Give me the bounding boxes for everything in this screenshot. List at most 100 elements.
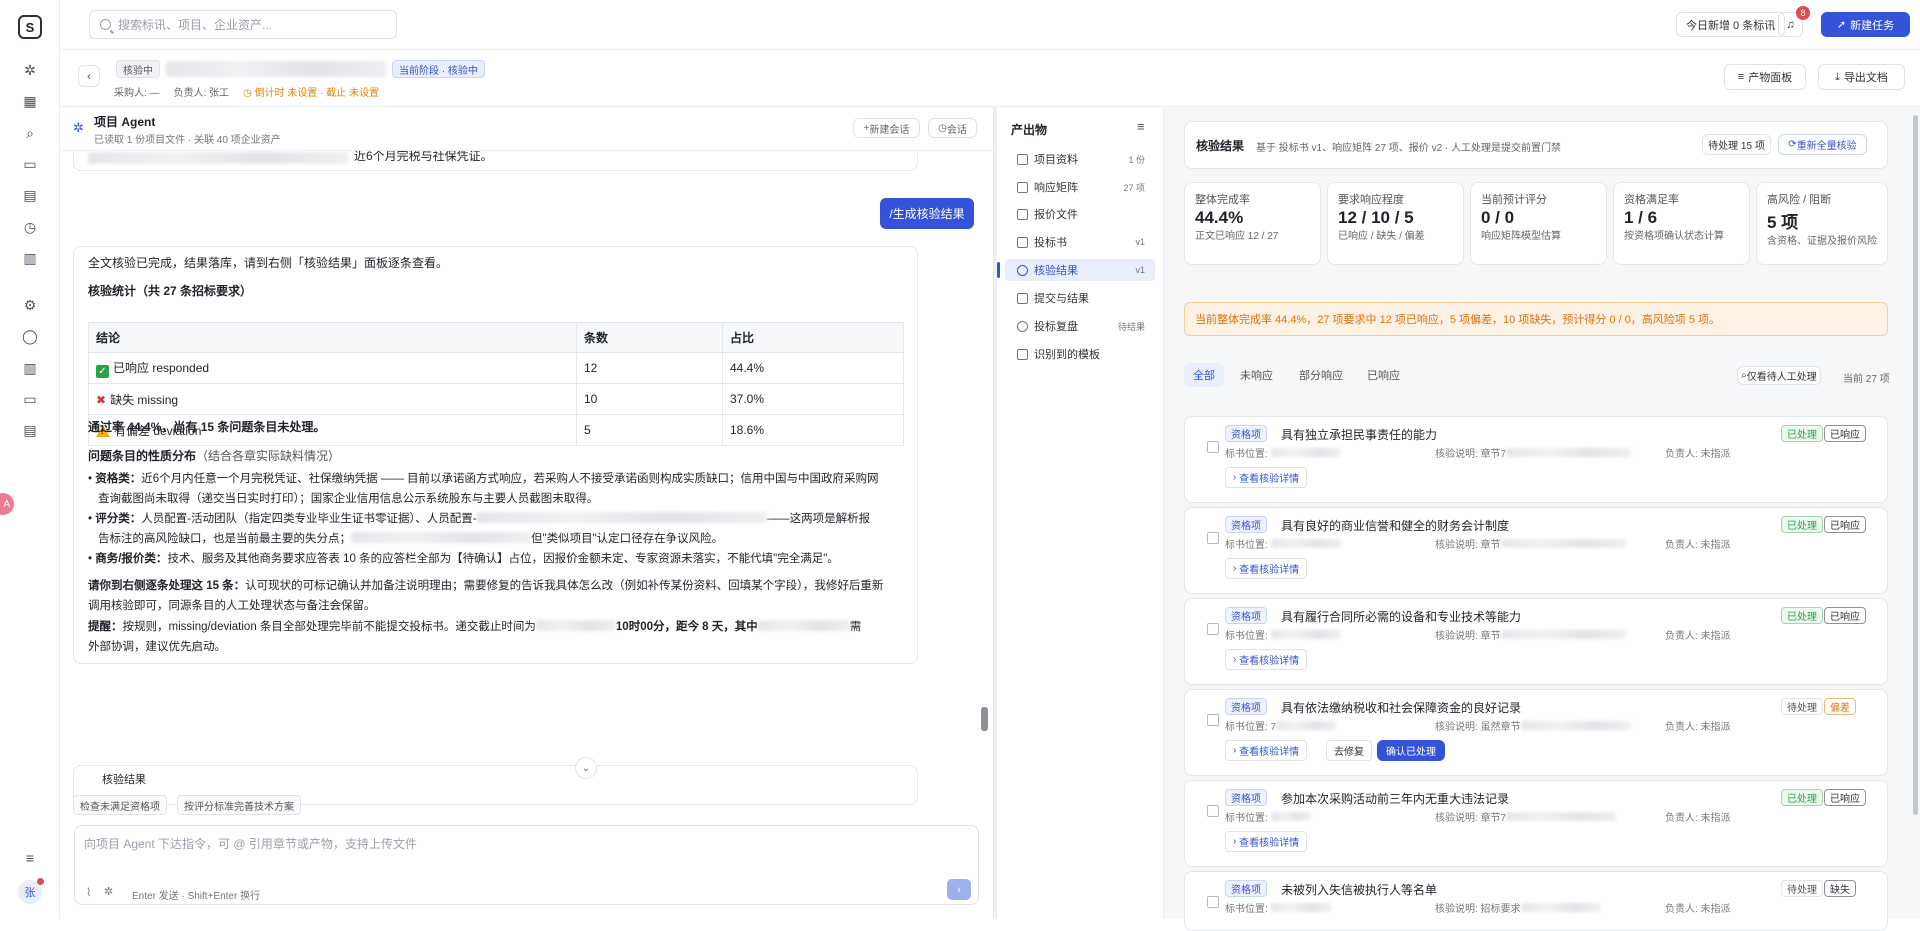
- chat-scroll-thumb[interactable]: [981, 707, 988, 731]
- row-checkbox[interactable]: [1207, 714, 1219, 726]
- results-scroll-thumb[interactable]: [1913, 115, 1918, 815]
- building-icon[interactable]: ▥: [20, 248, 40, 268]
- export-doc-button[interactable]: ⤓ 导出文档: [1818, 64, 1905, 90]
- purchaser: 采购人: —: [114, 88, 160, 99]
- suggestion-chip[interactable]: 检查未满足资格项: [73, 795, 167, 815]
- composer-hint: Enter 发送 · Shift+Enter 换行: [132, 891, 261, 902]
- rocket-icon: ➚: [1836, 19, 1847, 31]
- suggestion-chip[interactable]: 按评分标准完善技术方案: [177, 795, 301, 815]
- bullet-commercial: • 商务/报价类：技术、服务及其他商务要求应答表 10 条的应答栏全部为【待确认…: [88, 553, 839, 565]
- new-task-button[interactable]: ➚ 新建任务: [1821, 12, 1910, 37]
- folder-icon[interactable]: ▭: [20, 154, 40, 174]
- result-card[interactable]: 资格项 具有履行合同所必需的设备和专业技术等能力 标书位置: 核验说明: 章节 …: [1184, 598, 1888, 685]
- type-tag: 资格项: [1225, 880, 1267, 897]
- row-checkbox[interactable]: [1207, 441, 1219, 453]
- tab-unresponded[interactable]: 未响应: [1231, 363, 1282, 387]
- chat-scroll[interactable]: 近6个月完税与社保凭证。 /生成核验结果 全文核验已完成，结果落库，请到右侧「核…: [73, 151, 978, 881]
- gear-icon[interactable]: ⚙: [20, 295, 40, 315]
- owner: 负责人: 未指派: [1665, 813, 1731, 824]
- agent-icon: ✲: [73, 120, 84, 135]
- document-icon[interactable]: ▤: [20, 185, 40, 205]
- view-detail-button[interactable]: › 查看核验详情: [1225, 558, 1308, 579]
- result-card[interactable]: 资格项 具有良好的商业信誉和健全的财务会计制度 标书位置: 核验说明: 章节 负…: [1184, 507, 1888, 594]
- sessions-button[interactable]: ◷ 会话: [928, 118, 977, 138]
- report-icon[interactable]: ▤: [20, 420, 40, 440]
- nav-item-response-matrix[interactable]: 响应矩阵 27 项: [1005, 176, 1155, 198]
- row-checkbox[interactable]: [1207, 896, 1219, 908]
- row-pct: 44.4%: [722, 352, 904, 384]
- owner: 负责人: 未指派: [1665, 449, 1731, 460]
- grid-icon[interactable]: ▦: [20, 91, 40, 111]
- send-button[interactable]: ›: [947, 879, 971, 900]
- view-detail-button[interactable]: › 查看核验详情: [1225, 831, 1308, 852]
- result-card[interactable]: 资格项 具有依法缴纳税收和社会保障资金的良好记录 标书位置: 7 核验说明: 虽…: [1184, 689, 1888, 776]
- sparkle-icon[interactable]: ✲: [104, 885, 113, 898]
- countdown: ◷ 倒计时 未设置 · 截止 未设置: [243, 88, 380, 99]
- row-checkbox[interactable]: [1207, 623, 1219, 635]
- template-icon: [1017, 348, 1028, 360]
- search-icon[interactable]: ⌕: [20, 123, 40, 143]
- company-icon[interactable]: ▥: [20, 358, 40, 378]
- results-panel: 核验结果 基于 投标书 v1、响应矩阵 27 项、报价 v2 · 人工处理是提交…: [1164, 107, 1920, 931]
- attach-icon[interactable]: ⌇: [86, 886, 91, 899]
- collapse-icon[interactable]: ≡: [1137, 119, 1145, 134]
- status-tag: 核验中: [116, 60, 160, 78]
- menu-icon[interactable]: ≡: [20, 848, 40, 868]
- row-pct: 37.0%: [722, 383, 904, 415]
- prev-message-card: 近6个月完税与社保凭证。: [73, 151, 918, 171]
- only-pending-toggle[interactable]: ⌕ 仅看待人工处理: [1737, 366, 1821, 385]
- clock-icon[interactable]: ◷: [20, 217, 40, 237]
- new-session-button[interactable]: + 新建会话: [853, 118, 920, 138]
- matrix-icon: [1017, 181, 1028, 193]
- top-bar: 搜索标讯、项目、企业资产... 今日新增 0 条标讯 ♫ 8 ➚ 新建任务: [60, 0, 1920, 50]
- nav-item-quote[interactable]: 报价文件: [1005, 203, 1155, 225]
- scroll-down-button[interactable]: ⌄: [575, 757, 597, 779]
- artifact-board-button[interactable]: ≡ 产物面板: [1724, 64, 1806, 90]
- rerun-button[interactable]: ⟳ 重新全量核验: [1778, 134, 1867, 155]
- floating-badge[interactable]: A: [0, 493, 14, 515]
- bullet-qualification: • 资格类：近6个月内任意一个月完税凭证、社保缴纳凭据 —— 目前以承诺函方式响…: [88, 473, 879, 505]
- assistant-message-card: 全文核验已完成，结果落库，请到右侧「核验结果」面板逐条查看。 核验统计（共 27…: [73, 246, 918, 664]
- sparkle-icon[interactable]: ✲: [20, 60, 40, 80]
- nav-item-project-files[interactable]: 项目资料 1 份: [1005, 148, 1155, 170]
- row-checkbox[interactable]: [1207, 805, 1219, 817]
- composer-input[interactable]: 向项目 Agent 下达指令，可 @ 引用章节或产物，支持上传文件: [84, 835, 417, 852]
- response-tag: 已响应: [1824, 425, 1866, 442]
- results-title: 核验结果: [1196, 139, 1245, 153]
- nav-item-review[interactable]: 投标复盘 待结果: [1005, 315, 1155, 337]
- back-button[interactable]: ‹: [78, 65, 100, 87]
- nav-item-verification[interactable]: 核验结果 v1: [997, 259, 1155, 281]
- tab-partial[interactable]: 部分响应: [1290, 363, 1352, 387]
- database-icon: [1017, 208, 1028, 220]
- view-detail-button[interactable]: › 查看核验详情: [1225, 649, 1308, 670]
- owner: 负责人: 未指派: [1665, 904, 1731, 915]
- pending-tag: 待处理: [1781, 880, 1823, 897]
- today-new-chip[interactable]: 今日新增 0 条标讯: [1676, 12, 1786, 37]
- result-card[interactable]: 资格项 未被列入失信被执行人等名单 标书位置: 核验说明: 招标要求 负责人: …: [1184, 871, 1888, 931]
- user-icon[interactable]: ◯: [20, 326, 40, 346]
- app-logo[interactable]: S: [18, 15, 42, 39]
- note: 核验说明: 章节: [1435, 536, 1626, 551]
- note: 核验说明: 章节7: [1435, 445, 1632, 460]
- item-title: 参加本次采购活动前三年内无重大违法记录: [1281, 792, 1510, 806]
- global-search-input[interactable]: 搜索标讯、项目、企业资产...: [89, 10, 397, 39]
- tab-all[interactable]: 全部: [1184, 363, 1224, 387]
- prev-message-tail: 近6个月完税与社保凭证。: [354, 151, 493, 163]
- view-detail-button[interactable]: › 查看核验详情: [1225, 740, 1308, 761]
- result-card[interactable]: 资格项 具有独立承担民事责任的能力 标书位置: 核验说明: 章节7 负责人: 未…: [1184, 416, 1888, 503]
- fix-button[interactable]: 去修复: [1326, 740, 1372, 761]
- result-card[interactable]: 资格项 参加本次采购活动前三年内无重大违法记录 标书位置: 核验说明: 章节7 …: [1184, 780, 1888, 867]
- nav-item-submit[interactable]: 提交与结果: [1005, 287, 1155, 309]
- tab-responded[interactable]: 已响应: [1358, 363, 1409, 387]
- item-title: 具有独立承担民事责任的能力: [1281, 428, 1438, 442]
- nav-item-templates[interactable]: 识别到的模板: [1005, 343, 1155, 365]
- artifact-board-label: 产物面板: [1748, 72, 1793, 84]
- nav-item-bid[interactable]: 投标书 v1: [1005, 231, 1155, 253]
- row-checkbox[interactable]: [1207, 532, 1219, 544]
- project-name-redacted: [166, 61, 386, 77]
- view-detail-button[interactable]: › 查看核验详情: [1225, 467, 1308, 488]
- dist-heading: 问题条目的性质分布（结合各章实际缺料情况）: [88, 449, 341, 463]
- monitor-icon[interactable]: ▭: [20, 389, 40, 409]
- confirm-handled-button[interactable]: 确认已处理: [1377, 740, 1445, 761]
- pending-count-chip[interactable]: 待处理 15 项: [1702, 134, 1771, 155]
